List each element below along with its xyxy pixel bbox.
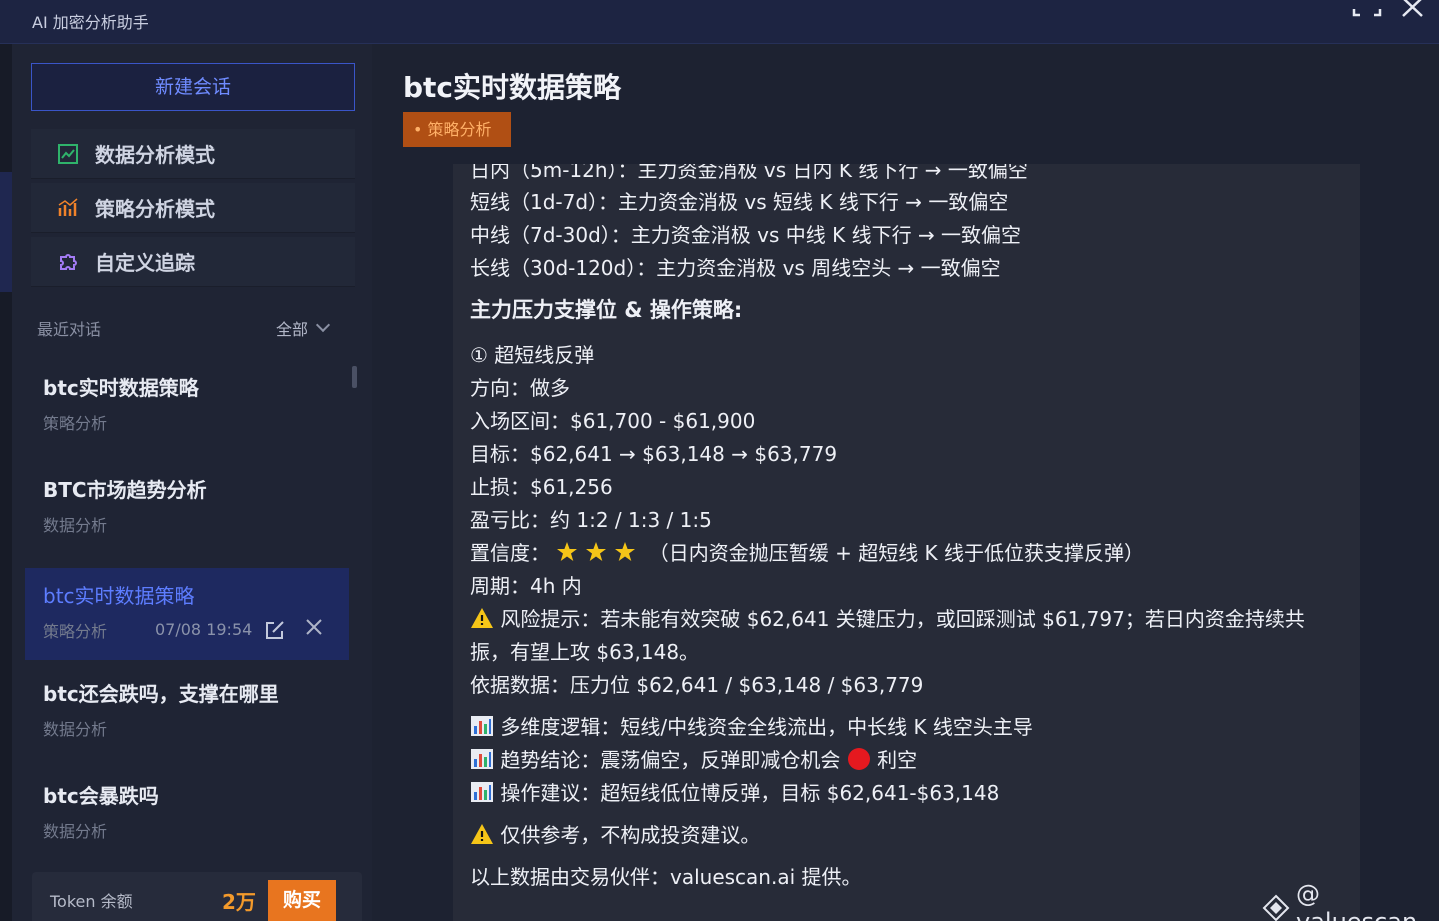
text-line: 短线（1d-7d）：主力资金消极 vs 短线 K 线下行 → 一致偏空	[470, 190, 1009, 214]
advice-text: 操作建议：超短线低位博反弹，目标 $62,641-$63,148	[500, 781, 1000, 805]
mode-label: 数据分析模式	[95, 143, 215, 167]
disclaimer-line: 仅供参考，不构成投资建议。	[470, 819, 760, 850]
text-line: 依据数据：压力位 $62,641 / $63,148 / $63,779	[470, 673, 924, 697]
conversation-time: 07/08 19:54	[155, 620, 253, 639]
bar-chart-icon	[470, 748, 494, 775]
recent-filter-dropdown[interactable]: 全部	[276, 316, 331, 340]
conversation-item[interactable]: BTC市场趋势分析 数据分析	[25, 462, 349, 554]
chart-icon	[57, 143, 79, 165]
trend-bearish: 利空	[877, 748, 918, 772]
strategy-tag: • 策略分析	[403, 112, 511, 147]
fullscreen-icon[interactable]	[1352, 0, 1382, 17]
page-title: btc实时数据策略	[403, 71, 622, 104]
conversation-item-active[interactable]: btc实时数据策略 策略分析 07/08 19:54	[25, 568, 349, 660]
watermark: @ valuescan	[1262, 880, 1439, 921]
section-heading: 主力压力支撑位 & 操作策略:	[470, 298, 743, 322]
conversation-subtitle: 策略分析	[43, 414, 108, 433]
risk-text: 风险提示：若未能有效突破 $62,641 关键压力，或回踩测试 $61,797；…	[500, 607, 1305, 631]
warning-icon	[470, 823, 494, 850]
mode-label: 自定义追踪	[95, 251, 195, 275]
token-label: Token 余额	[50, 892, 133, 911]
delete-icon[interactable]	[305, 618, 323, 641]
text-line: 振，有望上攻 $63,148。	[470, 640, 700, 664]
conversation-title: btc实时数据策略	[43, 584, 195, 608]
conversation-item[interactable]: btc还会跌吗，支撑在哪里 数据分析	[25, 666, 349, 758]
bar-chart-icon	[470, 781, 494, 808]
text-line: 方向：做多	[470, 376, 570, 400]
close-window-icon[interactable]	[1400, 0, 1428, 20]
logic-text: 多维度逻辑：短线/中线资金全线流出，中长线 K 线空头主导	[500, 715, 1033, 739]
red-circle-icon	[847, 747, 871, 776]
conversation-subtitle: 策略分析	[43, 622, 108, 641]
conversation-subtitle: 数据分析	[43, 720, 108, 739]
confidence-detail: （日内资金抛压暂缓 + 超短线 K 线于低位获支撑反弹）	[648, 541, 1145, 565]
warning-icon	[470, 607, 494, 634]
conversation-title: BTC市场趋势分析	[43, 478, 207, 502]
text-line: 止损：$61,256	[470, 475, 613, 499]
text-line: ① 超短线反弹	[470, 343, 595, 367]
message-content: 日内（5m-12h）：主力资金消极 vs 日内 K 线下行 → 一致偏空 短线（…	[453, 164, 1360, 921]
text-line: 中线（7d-30d）：主力资金消极 vs 中线 K 线下行 → 一致偏空	[470, 223, 1022, 247]
valuescan-logo-icon	[1262, 894, 1290, 921]
watermark-text: @ valuescan	[1296, 880, 1417, 921]
confidence-line: 置信度： （日内资金抛压暂缓 + 超短线 K 线于低位获支撑反弹）	[470, 537, 1144, 568]
main-panel: btc实时数据策略 • 策略分析 日内（5m-12h）：主力资金消极 vs 日内…	[372, 44, 1439, 921]
conversation-title: btc会暴跌吗	[43, 784, 159, 808]
text-line: 周期：4h 内	[470, 574, 582, 598]
star-rating-icon	[556, 541, 642, 568]
recent-conversations-label: 最近对话	[37, 320, 102, 339]
sidebar: 新建会话 数据分析模式 策略分析模式 自定义追踪 最近对话 全部 btc实时数据…	[12, 44, 372, 921]
text-line: 日内（5m-12h）：主力资金消极 vs 日内 K 线下行 → 一致偏空	[470, 164, 1028, 182]
left-strip	[0, 44, 12, 921]
conversation-item[interactable]: btc实时数据策略 策略分析	[25, 360, 349, 452]
disclaimer-text: 仅供参考，不构成投资建议。	[500, 823, 761, 847]
trend-line: 趋势结论：震荡偏空，反弹即减仓机会 利空	[470, 744, 917, 776]
mode-custom-tracking[interactable]: 自定义追踪	[31, 237, 355, 287]
token-count: 2万	[222, 890, 256, 914]
conversation-title: btc还会跌吗，支撑在哪里	[43, 682, 279, 706]
text-line: 长线（30d-120d）：主力资金消极 vs 周线空头 → 一致偏空	[470, 256, 1001, 280]
conversation-subtitle: 数据分析	[43, 822, 108, 841]
app-title: AI 加密分析助手	[32, 13, 149, 32]
edit-icon[interactable]	[265, 620, 285, 640]
strategy-icon	[57, 197, 79, 219]
conversation-subtitle: 数据分析	[43, 516, 108, 535]
conversation-item[interactable]: btc会暴跌吗 数据分析	[25, 768, 349, 860]
buy-button[interactable]: 购买	[268, 880, 336, 921]
title-bar: AI 加密分析助手	[0, 0, 1439, 44]
filter-label: 全部	[276, 320, 309, 339]
new-chat-button[interactable]: 新建会话	[31, 63, 355, 111]
confidence-label: 置信度：	[470, 541, 550, 565]
text-line: 入场区间：$61,700 - $61,900	[470, 409, 756, 433]
conversation-title: btc实时数据策略	[43, 376, 199, 400]
mode-data-analysis[interactable]: 数据分析模式	[31, 129, 355, 179]
puzzle-icon	[57, 251, 79, 273]
mode-strategy-analysis[interactable]: 策略分析模式	[31, 183, 355, 233]
risk-line: 风险提示：若未能有效突破 $62,641 关键压力，或回踩测试 $61,797；…	[470, 603, 1305, 634]
scrollbar-thumb[interactable]	[352, 366, 357, 388]
text-line: 盈亏比：约 1:2 / 1:3 / 1:5	[470, 508, 712, 532]
chevron-down-icon	[315, 317, 331, 333]
trend-text: 趋势结论：震荡偏空，反弹即减仓机会	[500, 748, 841, 772]
bar-chart-icon	[470, 715, 494, 742]
source-line: 以上数据由交易伙伴：valuescan.ai 提供。	[470, 865, 862, 889]
mode-label: 策略分析模式	[95, 197, 215, 221]
advice-line: 操作建议：超短线低位博反弹，目标 $62,641-$63,148	[470, 777, 999, 808]
text-line: 目标：$62,641 → $63,148 → $63,779	[470, 442, 838, 466]
token-balance-bar: Token 余额 2万 购买	[32, 872, 362, 921]
logic-line: 多维度逻辑：短线/中线资金全线流出，中长线 K 线空头主导	[470, 711, 1033, 742]
